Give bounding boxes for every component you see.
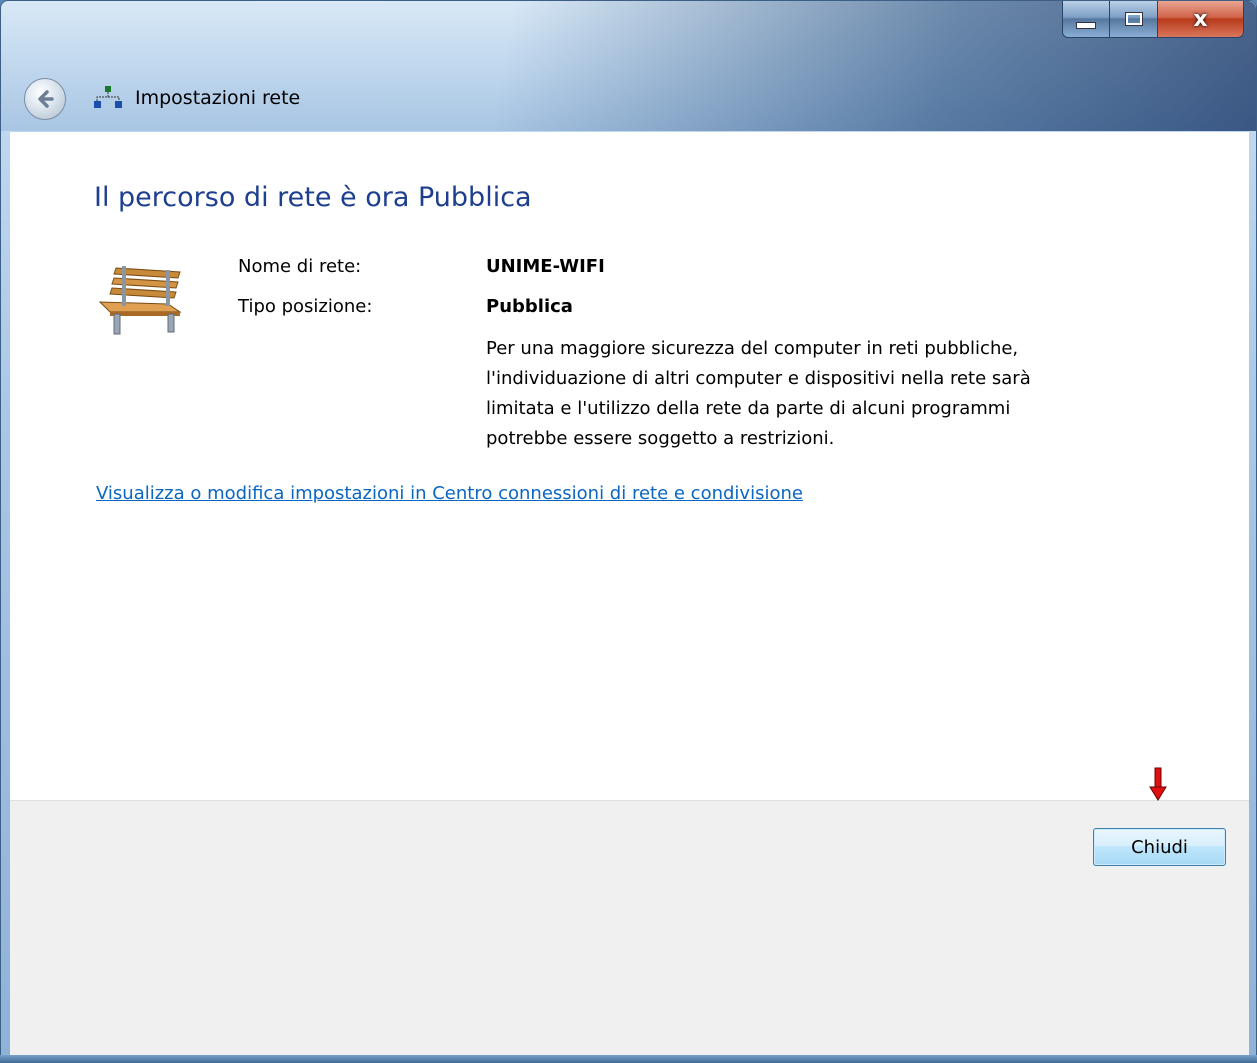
location-type-label: Tipo posizione:	[238, 296, 373, 317]
content-area: Il percorso di rete è ora Pubblica Nome …	[10, 132, 1249, 800]
park-bench-icon	[98, 266, 182, 335]
location-type-value: Pubblica	[486, 296, 573, 317]
dialog-footer: Chiudi	[10, 767, 1249, 1056]
back-arrow-icon	[38, 90, 54, 108]
page-heading: Il percorso di rete è ora Pubblica	[94, 182, 532, 213]
network-name-value: UNIME-WIFI	[486, 256, 605, 277]
red-down-arrow-icon	[1149, 767, 1167, 801]
title-bar: x Impostazioni rete	[1, 1, 1256, 131]
close-button[interactable]: Chiudi	[1093, 828, 1226, 866]
public-network-description: Per una maggiore sicurezza del computer …	[486, 338, 1031, 449]
back-button[interactable]	[24, 78, 66, 120]
network-center-link[interactable]: Visualizza o modifica impostazioni in Ce…	[96, 483, 803, 504]
network-icon	[94, 86, 122, 108]
caption-buttons: x	[1062, 1, 1244, 39]
close-icon: x	[1193, 6, 1208, 32]
maximize-icon	[1125, 13, 1142, 25]
minimize-icon	[1076, 21, 1096, 29]
network-name-label: Nome di rete:	[238, 256, 362, 277]
maximize-button[interactable]	[1110, 1, 1158, 38]
minimize-button[interactable]	[1062, 1, 1110, 38]
close-window-button[interactable]: x	[1158, 1, 1244, 38]
window-bottom-border	[0, 1055, 1257, 1063]
dialog-window: x Impostazioni rete Il percorso di rete …	[0, 0, 1257, 1063]
window-title: Impostazioni rete	[135, 87, 301, 109]
